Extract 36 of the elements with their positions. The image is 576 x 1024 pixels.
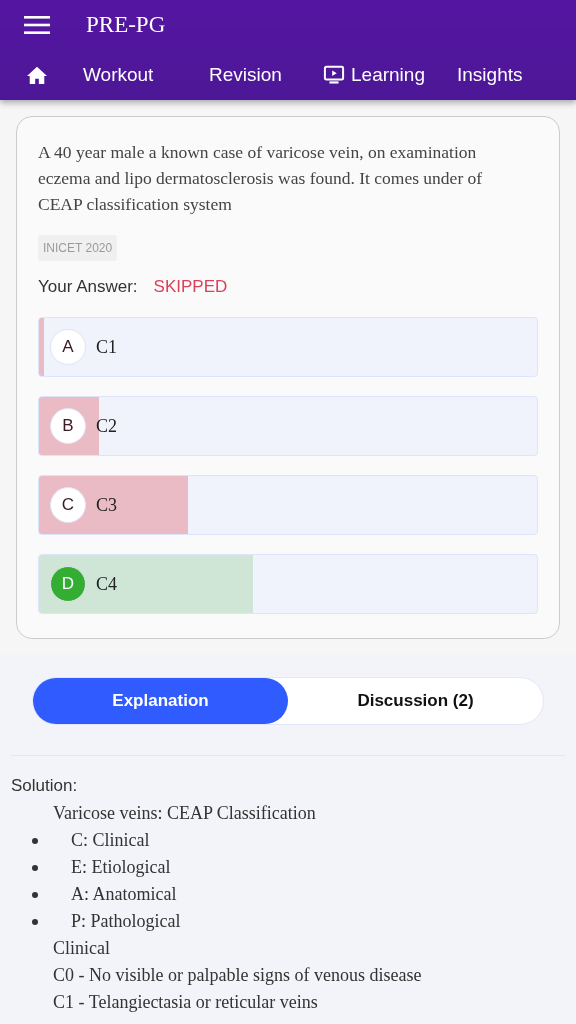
app-title: PRE-PG (86, 12, 166, 38)
option-text: C3 (96, 494, 117, 516)
option-text: C2 (96, 415, 117, 437)
answer-option[interactable]: A C1 (38, 317, 538, 377)
tab[interactable]: Discussion (2) (288, 678, 543, 724)
list-item: E: Etiological (71, 856, 171, 879)
tab[interactable]: Explanation (33, 678, 288, 724)
list-item: P: Pathological (71, 910, 181, 933)
exam-tag: INICET 2020 (38, 235, 118, 261)
nav-tab[interactable]: Learning (351, 64, 425, 86)
question-text: A 40 year male a known case of varicose vein, on examination eczema and lipo dermatosclerosis was found. It comes under of CEAP classification system (38, 141, 484, 216)
answer-status: SKIPPED (153, 277, 228, 297)
nav-tab[interactable]: Insights (457, 64, 523, 86)
option-text: C1 (96, 336, 117, 358)
explanation-text: Varicose veins: CEAP Classification (52, 802, 317, 825)
explanation-text: Clinical (52, 937, 111, 960)
answer-option[interactable]: D C4 (38, 554, 538, 614)
explanation-text: C0 - No visible or palpable signs of venous disease (52, 964, 423, 987)
answer-label: Your Answer: (38, 277, 138, 297)
home-icon[interactable] (26, 65, 48, 85)
explanation-text: C1 - Telangiectasia or reticular veins (52, 991, 319, 1014)
solution-heading: Solution: (11, 776, 79, 796)
answer-option[interactable]: C C3 (38, 475, 538, 535)
bullet-icon (32, 864, 38, 871)
option-letter: A (50, 329, 86, 365)
play-screen-icon (323, 65, 345, 85)
list-item: C: Clinical (71, 829, 150, 852)
bullet-icon (32, 918, 38, 925)
menu-icon[interactable] (24, 15, 50, 35)
nav-tab[interactable]: Revision (209, 64, 282, 86)
nav-tab[interactable]: Workout (83, 64, 154, 86)
list-item: A: Anatomical (71, 883, 177, 906)
answer-option[interactable]: B C2 (38, 396, 538, 456)
option-text: C4 (96, 573, 117, 595)
bullet-icon (32, 837, 38, 844)
bullet-icon (32, 891, 38, 898)
